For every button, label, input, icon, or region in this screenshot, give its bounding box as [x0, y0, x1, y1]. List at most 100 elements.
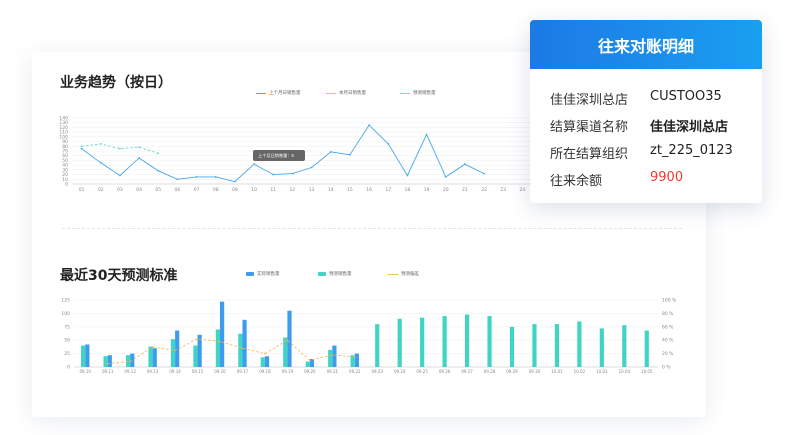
data-point [129, 360, 131, 363]
row-label: 所在结算组织 [550, 147, 629, 162]
popup-title: 往来对账明细 [597, 36, 694, 56]
x-tick-label: 09.16 [214, 369, 226, 374]
data-point [157, 152, 160, 155]
popup-row-balance: 往来余额 9900 [550, 170, 683, 189]
data-point [195, 176, 198, 178]
data-point [444, 176, 447, 178]
data-point [368, 124, 370, 126]
bar-predicted [487, 316, 492, 367]
y-tick-label: 100 [61, 311, 70, 317]
bar-actual [242, 319, 247, 367]
forecast-legend-deviation[interactable]: 预测偏差 [388, 271, 419, 277]
data-point [106, 362, 109, 365]
legend-label: 预测销售量 [329, 271, 352, 276]
x-tick-label: 14 [328, 187, 334, 193]
data-point [157, 169, 160, 172]
data-point [310, 166, 313, 169]
row-value: 9900 [650, 170, 684, 185]
popup-header: 往来对账明细 [530, 20, 762, 69]
y2-tick-label: 100 % [662, 298, 677, 304]
x-tick-label: 09.14 [169, 369, 181, 374]
bar-predicted [328, 349, 333, 367]
tooltip-text: 上个月日销售量：5 [258, 152, 294, 158]
bar-actual [264, 356, 270, 367]
data-point [80, 145, 83, 148]
popup-row-org: 所在结算组织 zt_225_0123 [550, 143, 733, 162]
forecast-legend-actual[interactable]: 实际销售量 [246, 271, 280, 277]
legend-label: 实际销售量 [257, 271, 280, 276]
y-tick-label: 75 [64, 324, 70, 330]
bar-actual [354, 353, 359, 367]
bar-predicted [577, 321, 582, 367]
bar-predicted [532, 324, 537, 367]
data-point [234, 180, 236, 183]
data-point [309, 359, 311, 362]
x-tick-label: 09.22 [349, 369, 361, 374]
y2-tick-label: 20 % [662, 351, 674, 357]
data-point [196, 338, 199, 340]
data-point [219, 340, 221, 343]
data-point [331, 354, 334, 356]
data-point [483, 172, 485, 175]
bar-actual [130, 353, 135, 367]
bar-predicted [148, 346, 153, 367]
row-label: 佳佳深圳总店 [550, 93, 629, 108]
y-tick-label: 0 [67, 365, 70, 371]
x-tick-label: 10.04 [619, 369, 631, 374]
bar-predicted [260, 357, 265, 367]
bar-actual [152, 348, 157, 367]
y-tick-label: 125 [61, 298, 70, 304]
reconciliation-popup: 往来对账明细 佳佳深圳总店 CUSTOO35 结算渠道名称 佳佳深圳总店 所在结… [530, 20, 762, 203]
x-tick-label: 09.19 [282, 369, 294, 374]
popup-row-store: 佳佳深圳总店 CUSTOO35 [550, 89, 722, 108]
x-tick-label: 24 [520, 187, 526, 193]
x-tick-label: 05 [155, 187, 161, 193]
y2-tick-label: 80 % [662, 311, 674, 317]
x-tick-label: 08 [213, 187, 219, 193]
bar-actual [332, 345, 337, 367]
data-point [253, 163, 255, 166]
bar-predicted [103, 356, 108, 367]
y2-tick-label: 0 % [662, 365, 671, 371]
x-tick-label: 13 [309, 187, 315, 193]
bar-predicted [125, 355, 131, 367]
x-tick-label: 09.17 [237, 369, 249, 374]
bar-predicted [238, 333, 243, 367]
data-point [264, 352, 266, 355]
x-tick-label: 09.25 [416, 369, 428, 374]
data-point [272, 173, 275, 176]
bar-predicted [509, 326, 515, 367]
x-tick-label: 16 [366, 187, 372, 193]
popup-row-channel: 结算渠道名称 佳佳深圳总店 [550, 116, 728, 135]
data-point [353, 356, 356, 358]
x-tick-label: 19 [424, 187, 430, 193]
x-tick-label: 18 [405, 187, 411, 193]
data-point [464, 163, 466, 166]
data-point [99, 161, 102, 164]
bar-actual [175, 330, 180, 367]
row-label: 往来余额 [550, 174, 603, 189]
bar-predicted [397, 318, 402, 367]
x-tick-label: 09 [232, 187, 238, 193]
data-point [214, 176, 217, 178]
bar-predicted [215, 329, 220, 367]
bar-actual [287, 310, 292, 367]
data-point [349, 153, 351, 156]
x-tick-label: 10.03 [596, 369, 608, 374]
row-label: 结算渠道名称 [550, 120, 629, 135]
data-point [119, 174, 121, 177]
legend-dash-icon [388, 273, 398, 275]
y-tick-label: 50 [64, 338, 70, 344]
x-tick-label: 09.11 [102, 369, 114, 374]
legend-box-icon [318, 272, 326, 276]
data-point [176, 178, 179, 181]
x-tick-label: 09.21 [327, 369, 339, 374]
data-point [291, 172, 294, 175]
forecast-legend-predicted[interactable]: 预测销售量 [318, 271, 352, 277]
x-tick-label: 09.24 [394, 369, 406, 374]
data-point [174, 349, 176, 352]
y2-tick-label: 40 % [662, 338, 674, 344]
legend-box-icon [246, 272, 254, 276]
data-point [241, 347, 244, 350]
x-tick-label: 09.20 [304, 369, 316, 374]
